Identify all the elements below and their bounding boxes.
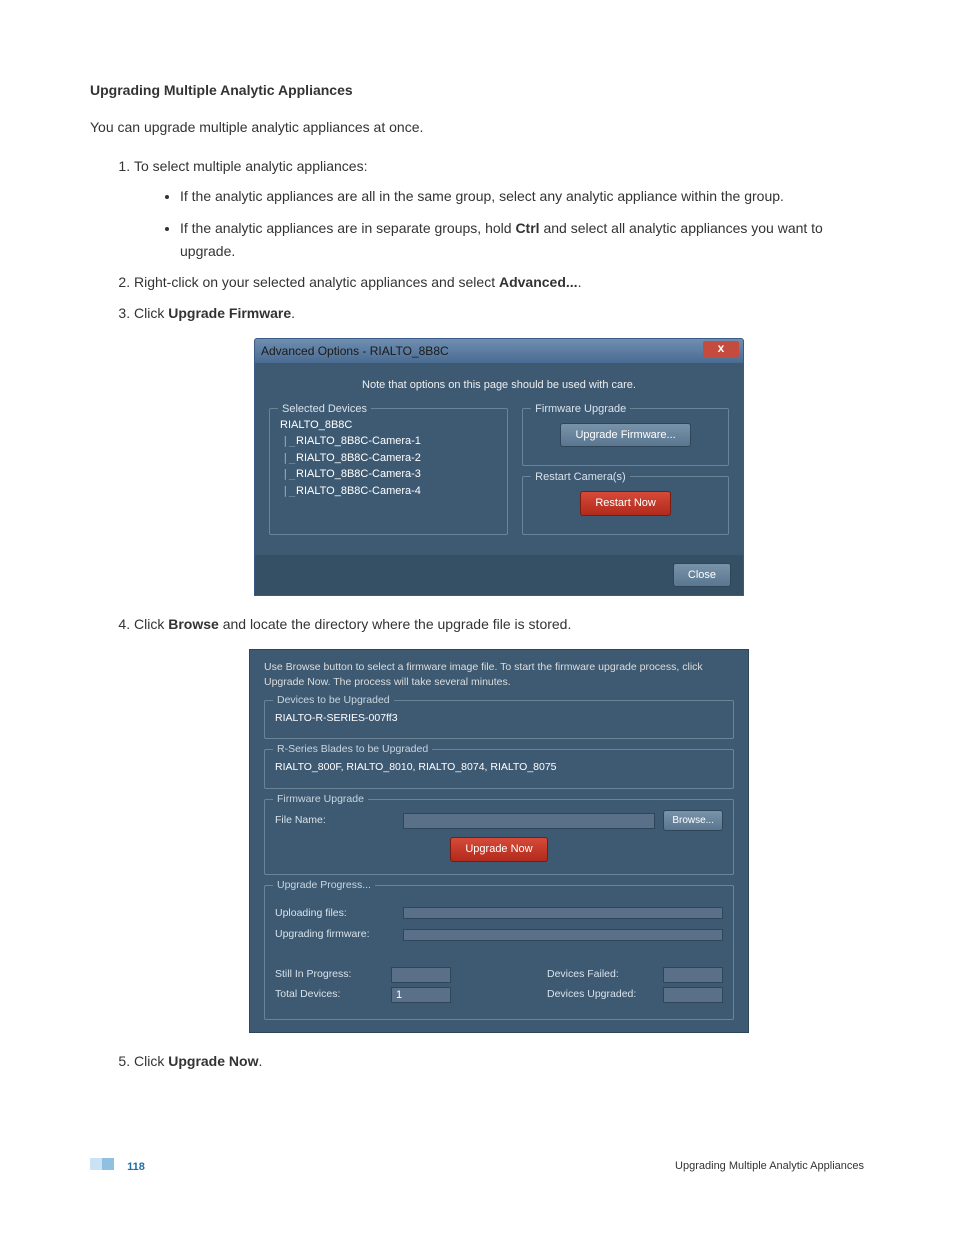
upgrade-now-button[interactable]: Upgrade Now xyxy=(450,837,547,862)
total-devices-value: 1 xyxy=(391,987,451,1003)
devices-failed-label: Devices Failed: xyxy=(547,967,657,983)
blades-to-upgrade-legend: R-Series Blades to be Upgraded xyxy=(273,742,432,758)
uploading-files-progressbar xyxy=(403,907,723,919)
step-2-pre: Right-click on your selected analytic ap… xyxy=(134,274,499,290)
close-icon[interactable]: x xyxy=(703,341,739,357)
step-1-text: To select multiple analytic appliances: xyxy=(134,158,367,174)
advanced-bold: Advanced... xyxy=(499,274,578,290)
dialog-titlebar: Advanced Options - RIALTO_8B8C x xyxy=(255,339,743,363)
upgrading-firmware-progressbar xyxy=(403,929,723,941)
firmware-upgrade-section: Firmware Upgrade File Name: Browse... Up… xyxy=(264,799,734,875)
restart-cameras-fieldset: Restart Camera(s) Restart Now xyxy=(522,476,729,535)
step-1: To select multiple analytic appliances: … xyxy=(134,156,864,262)
dialog-footer: Close xyxy=(255,555,743,596)
page-number: 118 xyxy=(127,1161,145,1173)
device-child-2[interactable]: RIALTO_8B8C-Camera-2 xyxy=(296,450,497,467)
still-in-progress-label: Still In Progress: xyxy=(275,967,385,983)
step-5: Click Upgrade Now. xyxy=(134,1051,864,1072)
devices-upgraded-value xyxy=(663,987,723,1003)
intro-text: You can upgrade multiple analytic applia… xyxy=(90,117,864,138)
still-in-progress-value xyxy=(391,967,451,983)
devices-to-upgrade-legend: Devices to be Upgraded xyxy=(273,693,394,709)
footer-section-title: Upgrading Multiple Analytic Appliances xyxy=(675,1158,864,1175)
devices-to-upgrade-fieldset: Devices to be Upgraded RIALTO-R-SERIES-0… xyxy=(264,700,734,740)
step-4: Click Browse and locate the directory wh… xyxy=(134,614,864,1033)
total-devices-label: Total Devices: xyxy=(275,987,385,1003)
step-5-pre: Click xyxy=(134,1053,168,1069)
restart-now-button[interactable]: Restart Now xyxy=(580,491,671,516)
footer-left: 118 xyxy=(90,1158,145,1176)
footer-logo-icon xyxy=(90,1158,114,1170)
step-4-post: and locate the directory where the upgra… xyxy=(219,616,572,632)
instruction-text: Use Browse button to select a firmware i… xyxy=(264,660,734,689)
device-child-4[interactable]: RIALTO_8B8C-Camera-4 xyxy=(296,483,497,500)
close-button[interactable]: Close xyxy=(673,563,731,588)
device-root[interactable]: RIALTO_8B8C xyxy=(280,417,497,434)
step-1b: If the analytic appliances are in separa… xyxy=(180,217,864,262)
upgrade-firmware-button[interactable]: Upgrade Firmware... xyxy=(560,423,690,448)
step-1b-pre: If the analytic appliances are in separa… xyxy=(180,220,515,236)
caution-note: Note that options on this page should be… xyxy=(269,377,729,394)
step-3-pre: Click xyxy=(134,305,168,321)
browse-button[interactable]: Browse... xyxy=(663,810,723,831)
device-tree: RIALTO_8B8C RIALTO_8B8C-Camera-1 RIALTO_… xyxy=(280,417,497,500)
step-4-pre: Click xyxy=(134,616,168,632)
device-child-3[interactable]: RIALTO_8B8C-Camera-3 xyxy=(296,466,497,483)
step-2-post: . xyxy=(578,274,582,290)
instruction-list: To select multiple analytic appliances: … xyxy=(134,156,864,1072)
firmware-upgrade-legend-2: Firmware Upgrade xyxy=(273,792,368,808)
step-1-sublist: If the analytic appliances are all in th… xyxy=(180,185,864,262)
upgrade-progress-legend: Upgrade Progress... xyxy=(273,878,375,894)
dialog-body: Note that options on this page should be… xyxy=(255,363,743,555)
step-5-post: . xyxy=(258,1053,262,1069)
advanced-options-dialog: Advanced Options - RIALTO_8B8C x Note th… xyxy=(254,338,744,596)
file-name-input[interactable] xyxy=(403,813,655,829)
dialog-title: Advanced Options - RIALTO_8B8C xyxy=(261,342,449,360)
blades-to-upgrade-value: RIALTO_800F, RIALTO_8010, RIALTO_8074, R… xyxy=(275,760,723,776)
blades-to-upgrade-fieldset: R-Series Blades to be Upgraded RIALTO_80… xyxy=(264,749,734,789)
devices-upgraded-label: Devices Upgraded: xyxy=(547,987,657,1003)
upgrade-now-bold: Upgrade Now xyxy=(168,1053,258,1069)
step-3-post: . xyxy=(291,305,295,321)
browse-bold: Browse xyxy=(168,616,219,632)
device-child-1[interactable]: RIALTO_8B8C-Camera-1 xyxy=(296,433,497,450)
firmware-upgrade-legend: Firmware Upgrade xyxy=(531,401,630,418)
restart-cameras-legend: Restart Camera(s) xyxy=(531,469,629,486)
devices-failed-value xyxy=(663,967,723,983)
firmware-upgrade-fieldset: Firmware Upgrade Upgrade Firmware... xyxy=(522,408,729,467)
devices-to-upgrade-value: RIALTO-R-SERIES-007ff3 xyxy=(275,711,723,727)
page-footer: 118 Upgrading Multiple Analytic Applianc… xyxy=(90,1158,864,1176)
file-name-label: File Name: xyxy=(275,813,395,829)
step-1a: If the analytic appliances are all in th… xyxy=(180,185,864,207)
selected-devices-legend: Selected Devices xyxy=(278,401,371,418)
selected-devices-fieldset: Selected Devices RIALTO_8B8C RIALTO_8B8C… xyxy=(269,408,508,535)
step-2: Right-click on your selected analytic ap… xyxy=(134,272,864,293)
section-heading: Upgrading Multiple Analytic Appliances xyxy=(90,80,864,101)
uploading-files-label: Uploading files: xyxy=(275,906,395,922)
upgrade-firmware-bold: Upgrade Firmware xyxy=(168,305,291,321)
ctrl-bold: Ctrl xyxy=(515,220,539,236)
upgrading-firmware-label: Upgrading firmware: xyxy=(275,927,395,943)
step-3: Click Upgrade Firmware. Advanced Options… xyxy=(134,303,864,596)
upgrade-progress-fieldset: Upgrade Progress... Uploading files: Upg… xyxy=(264,885,734,1021)
firmware-upgrade-dialog: Use Browse button to select a firmware i… xyxy=(249,649,749,1033)
